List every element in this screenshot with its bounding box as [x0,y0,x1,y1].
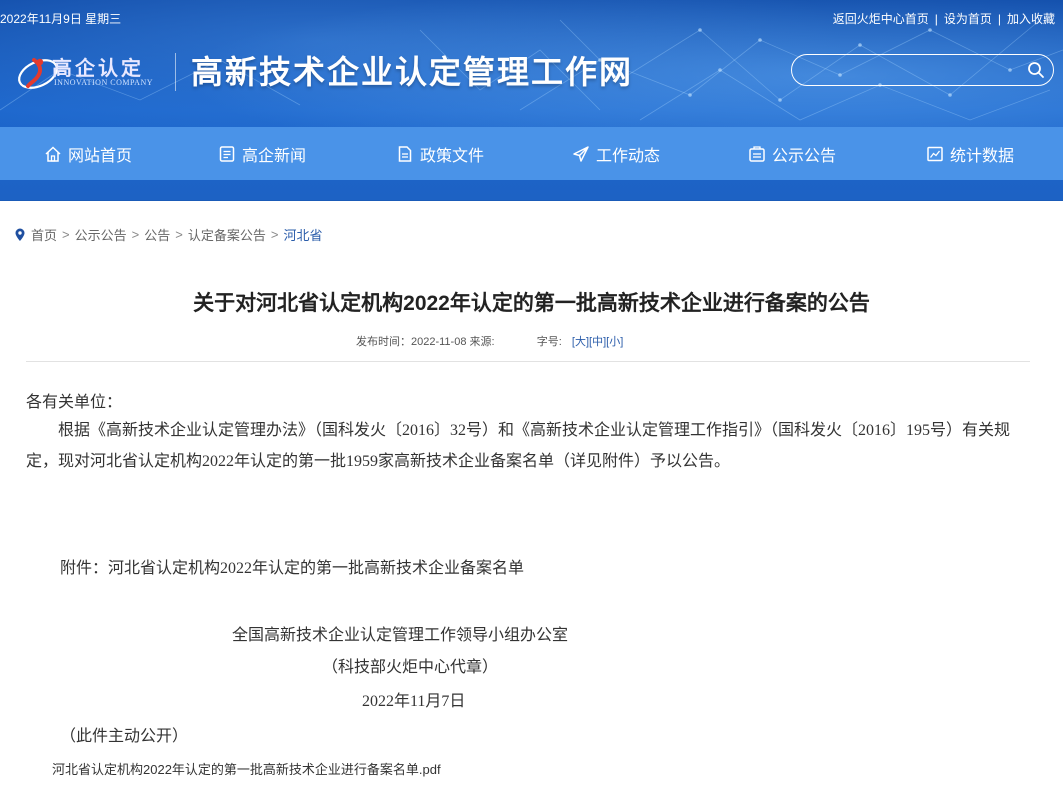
send-icon [573,145,589,162]
site-title: 高新技术企业认定管理工作网 [191,53,634,91]
location-pin-icon [15,228,25,241]
article-title: 关于对河北省认定机构2022年认定的第一批高新技术企业进行备案的公告 [193,292,870,315]
nav-item-home[interactable]: 网站首页 [44,127,132,180]
nav-label: 统计数据 [950,147,1015,165]
nav-item-news[interactable]: 高企新闻 [218,127,306,180]
publish-label: 发布时间： [356,336,411,348]
content-panel: 首页 > 公示公告 > 公告 > 认定备案公告 > 河北省 关于对河北省认定机构… [0,201,1063,794]
nav-item-statistics[interactable]: 统计数据 [926,127,1014,180]
search-icon[interactable] [1027,61,1045,79]
nav-label: 高企新闻 [242,147,307,165]
breadcrumb-announcement[interactable]: 公告 [144,225,170,244]
breadcrumb-notices[interactable]: 公示公告 [75,225,127,244]
search-box [791,54,1054,86]
attachment-line: 附件：河北省认定机构2022年认定的第一批高新技术企业备案名单 [60,560,525,577]
logo-subtext: INNOVATION COMPANY [54,78,154,87]
site-header: 2022年11月9日 星期三 返回火炬中心首页 | 设为首页 | 加入收藏 高企认定 I… [0,0,1063,200]
article-meta: 发布时间：2022-11-08 来源: 字号: [大][中][小] [356,333,623,349]
search-input[interactable] [804,59,1018,83]
logo-text: 高企认定 [52,56,144,80]
sign-date: 2022年11月7日 [362,693,466,710]
breadcrumb-home[interactable]: 首页 [31,225,57,244]
logo-divider [175,53,176,91]
link-add-favorite[interactable]: 加入收藏 [1007,12,1055,26]
body-paragraph: 根据《高新技术企业认定管理办法》（国科发火〔2016〕32号）和《高新技术企业认… [26,422,1011,470]
breadcrumb: 首页 > 公示公告 > 公告 > 认定备案公告 > 河北省 [14,225,322,244]
issuer-name: 全国高新技术企业认定管理工作领导小组办公室 [232,627,569,644]
font-size-large[interactable]: [大] [572,336,589,348]
font-size-label: 字号: [536,336,562,348]
publish-date: 2022-11-08 [411,336,467,348]
nav-item-notices[interactable]: 公示公告 [748,127,836,180]
breadcrumb-filing-notice[interactable]: 认定备案公告 [188,225,266,244]
breadcrumb-separator: > [270,227,279,242]
salutation: 各有关单位： [26,394,123,411]
breadcrumb-separator: > [131,227,140,242]
document-icon [398,145,412,162]
nav-label: 网站首页 [68,147,133,165]
notice-icon [749,145,765,162]
nav-item-work-updates[interactable]: 工作动态 [572,127,660,180]
nav-label: 工作动态 [596,147,661,165]
nav-item-policy[interactable]: 政策文件 [396,127,484,180]
breadcrumb-hebei[interactable]: 河北省 [283,225,322,244]
top-bar: 2022年11月9日 星期三 返回火炬中心首页 | 设为首页 | 加入收藏 [0,0,1063,34]
breadcrumb-separator: > [62,227,70,242]
link-separator: | [997,12,1001,26]
breadcrumb-separator: > [175,227,183,242]
source-label: 来源: [469,336,495,348]
font-size-small[interactable]: [小] [606,336,623,348]
nav-label: 公示公告 [772,147,837,165]
link-set-homepage[interactable]: 设为首页 [944,12,992,26]
main-nav: 网站首页 高企新闻 政策文件 工作动态 公示公告 统计数据 [0,127,1063,180]
pdf-attachment-link[interactable]: 河北省认定机构2022年认定的第一批高新技术企业进行备案名单.pdf [52,759,441,778]
top-links: 返回火炬中心首页 | 设为首页 | 加入收藏 [833,10,1055,27]
chart-icon [927,146,943,161]
public-note: （此件主动公开） [60,728,189,745]
site-logo[interactable]: 高企认定 INNOVATION COMPANY [16,50,181,94]
current-date: 2022年11月9日 星期三 [0,12,122,26]
nav-label: 政策文件 [420,147,485,165]
home-icon [45,145,61,162]
link-torch-home[interactable]: 返回火炬中心首页 [833,12,929,26]
title-divider [26,361,1030,362]
link-separator: | [934,12,938,26]
seal-note: （科技部火炬中心代章） [322,659,499,676]
font-size-medium[interactable]: [中] [589,336,606,348]
news-icon [219,145,235,162]
